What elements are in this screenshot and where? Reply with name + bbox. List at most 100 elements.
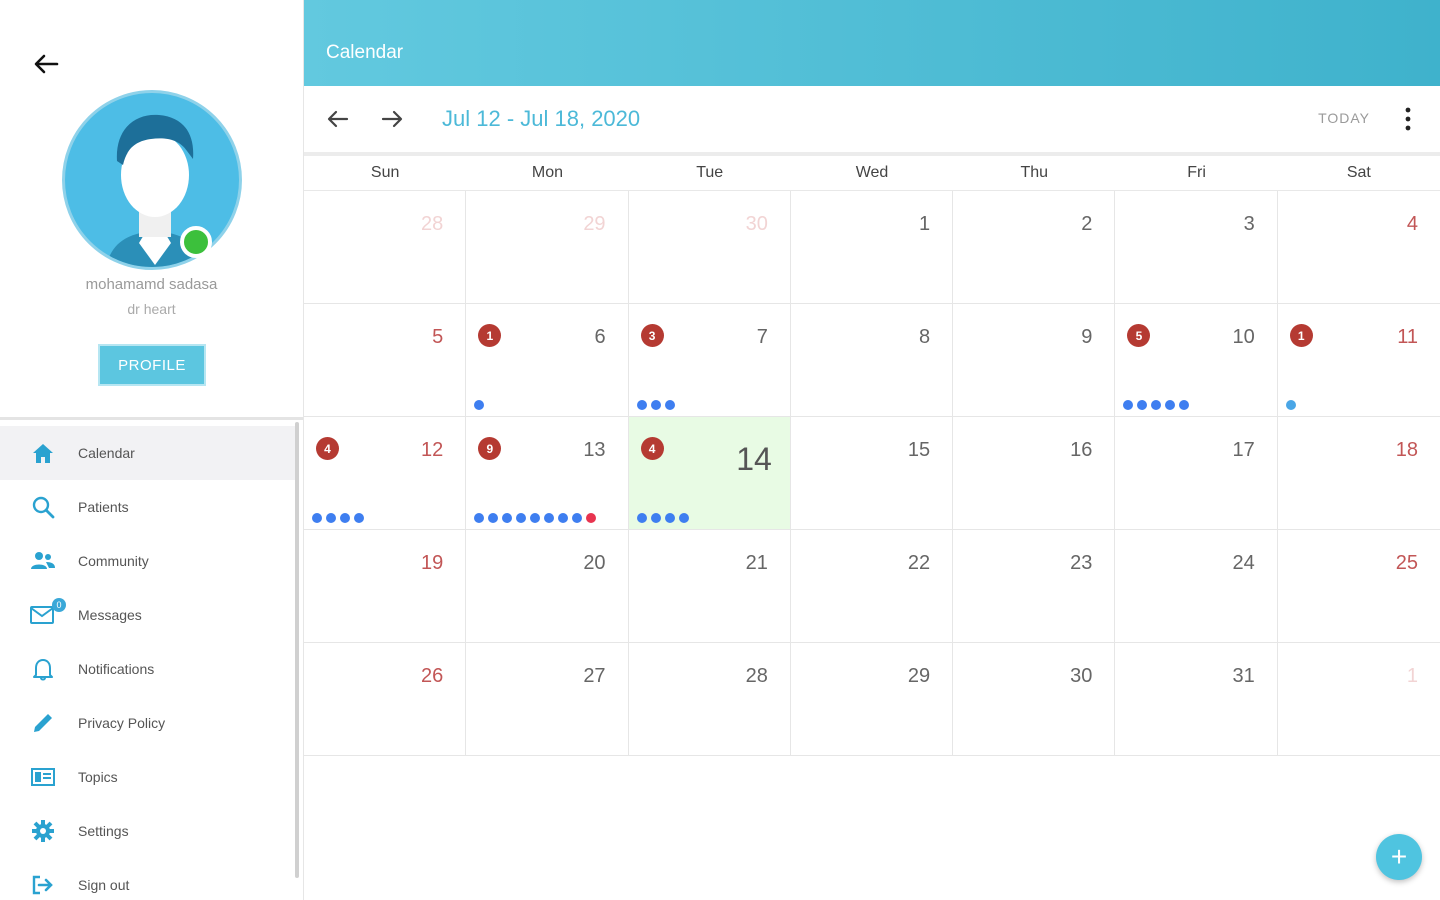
day-number: 30 <box>745 213 768 235</box>
day-number: 13 <box>583 439 606 461</box>
weekday-label: Tue <box>696 164 724 181</box>
next-week-button[interactable] <box>376 103 408 135</box>
event-dots <box>1285 400 1296 410</box>
app-bar: Calendar <box>304 0 1440 86</box>
calendar-day-cell[interactable]: 1 <box>1277 643 1440 756</box>
day-number: 20 <box>583 552 606 574</box>
calendar-day-cell[interactable]: 17 <box>1115 417 1278 530</box>
event-dot <box>544 513 555 523</box>
date-range-label[interactable]: Jul 12 - Jul 18, 2020 <box>442 106 640 132</box>
sidebar-item-calendar[interactable]: Calendar <box>0 426 295 480</box>
calendar-day-cell-today[interactable]: 14 4 <box>628 417 791 530</box>
sidebar-item-label: Calendar <box>78 445 135 461</box>
event-dot <box>340 513 350 523</box>
search-icon <box>30 494 56 520</box>
sidebar: mohamamd sadasa dr heart PROFILE Calenda… <box>0 0 303 900</box>
day-number: 22 <box>907 552 931 574</box>
event-dot <box>636 400 647 410</box>
event-dot <box>664 400 675 410</box>
event-dot <box>1123 400 1134 410</box>
calendar-day-cell[interactable]: 15 <box>790 417 954 530</box>
day-number: 26 <box>421 665 444 687</box>
calendar-day-cell[interactable]: 10 5 <box>1115 304 1278 417</box>
sidebar-item-sign-out[interactable]: Sign out <box>0 858 295 900</box>
day-number: 1 <box>1406 665 1418 687</box>
sidebar-item-label: Sign out <box>78 877 130 893</box>
day-number: 24 <box>1232 552 1255 574</box>
calendar-day-cell[interactable]: 21 <box>628 530 791 643</box>
calendar-day-cell[interactable]: 12 4 <box>304 417 467 530</box>
calendar-day-cell[interactable]: 29 <box>790 643 954 756</box>
previous-week-button[interactable] <box>322 103 354 135</box>
calendar-day-cell[interactable]: 25 <box>1277 530 1440 643</box>
sidebar-item-label: Notifications <box>78 661 155 677</box>
event-dot <box>530 513 541 523</box>
calendar-day-cell[interactable]: 1 <box>790 191 954 304</box>
sidebar-scrollbar[interactable] <box>295 422 299 878</box>
bell-icon <box>30 656 56 682</box>
day-number: 12 <box>421 439 444 461</box>
calendar-day-cell[interactable]: 29 <box>466 191 629 304</box>
calendar-day-cell[interactable]: 5 <box>304 304 467 417</box>
calendar-day-cell[interactable]: 8 <box>790 304 954 417</box>
calendar-day-cell[interactable]: 30 <box>628 191 791 304</box>
day-number: 16 <box>1070 439 1093 461</box>
calendar-day-cell[interactable]: 3 <box>1115 191 1278 304</box>
day-number: 31 <box>1232 665 1255 687</box>
sidebar-item-privacy-policy[interactable]: Privacy Policy <box>0 696 295 750</box>
sidebar-item-patients[interactable]: Patients <box>0 480 295 534</box>
messages-count-badge: 0 <box>52 598 66 612</box>
sidebar-item-notifications[interactable]: Notifications <box>0 642 295 696</box>
event-dot <box>488 513 499 523</box>
today-button[interactable]: TODAY <box>1318 110 1370 126</box>
sidebar-item-settings[interactable]: Settings <box>0 804 295 858</box>
calendar-day-cell[interactable]: 31 <box>1115 643 1278 756</box>
weekday-label: Sun <box>370 164 400 181</box>
sidebar-divider <box>0 417 303 420</box>
more-options-button[interactable] <box>1394 103 1422 135</box>
day-number: 17 <box>1232 439 1255 461</box>
day-number: 5 <box>432 326 444 348</box>
calendar-day-cell[interactable]: 11 1 <box>1277 304 1440 417</box>
calendar-day-cell[interactable]: 16 <box>953 417 1116 530</box>
event-dot <box>1137 400 1148 410</box>
profile-button[interactable]: PROFILE <box>98 344 206 386</box>
day-number: 2 <box>1081 213 1093 235</box>
event-dots <box>312 513 364 523</box>
avatar[interactable] <box>62 90 242 270</box>
calendar-day-cell[interactable]: 4 <box>1277 191 1440 304</box>
add-event-button[interactable]: + <box>1376 834 1422 880</box>
event-count-badge: 3 <box>640 324 664 347</box>
calendar-day-cell[interactable]: 20 <box>466 530 629 643</box>
pencil-icon <box>30 710 56 736</box>
back-button[interactable] <box>28 48 64 80</box>
calendar-day-cell[interactable]: 13 9 <box>466 417 629 530</box>
calendar-day-cell[interactable]: 28 <box>628 643 791 756</box>
more-vert-icon <box>1405 107 1411 131</box>
event-count-badge: 4 <box>640 437 664 460</box>
people-icon <box>30 548 56 574</box>
calendar-day-cell[interactable]: 30 <box>953 643 1116 756</box>
calendar-day-cell[interactable]: 28 <box>304 191 467 304</box>
weekday-label: Mon <box>531 164 563 181</box>
sidebar-item-community[interactable]: Community <box>0 534 295 588</box>
day-number: 3 <box>1243 213 1255 235</box>
calendar-day-cell[interactable]: 23 <box>953 530 1116 643</box>
calendar-day-cell[interactable]: 24 <box>1115 530 1278 643</box>
day-number: 8 <box>919 326 931 348</box>
event-dot <box>558 513 569 523</box>
calendar-day-cell[interactable]: 61 <box>466 304 629 417</box>
calendar-day-cell[interactable]: 27 <box>466 643 629 756</box>
calendar-day-cell[interactable]: 26 <box>304 643 467 756</box>
calendar-day-cell[interactable]: 9 <box>953 304 1116 417</box>
calendar-day-cell[interactable]: 73 <box>628 304 791 417</box>
sidebar-item-messages[interactable]: 0 Messages <box>0 588 295 642</box>
calendar-day-cell[interactable]: 18 <box>1277 417 1440 530</box>
day-number: 25 <box>1395 552 1418 574</box>
sidebar-item-label: Community <box>78 553 149 569</box>
calendar-day-cell[interactable]: 22 <box>790 530 954 643</box>
calendar-day-cell[interactable]: 2 <box>953 191 1116 304</box>
weekday-label: Wed <box>855 164 889 181</box>
sidebar-item-topics[interactable]: Topics <box>0 750 295 804</box>
calendar-day-cell[interactable]: 19 <box>304 530 467 643</box>
